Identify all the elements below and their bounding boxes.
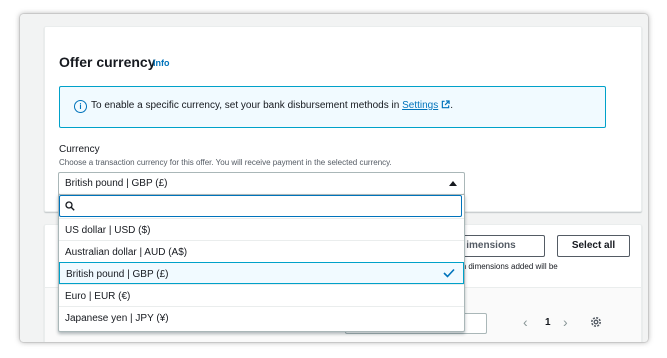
gear-icon[interactable] [590, 316, 602, 328]
option-label: British pound | GBP (£) [66, 269, 169, 280]
chevron-right-icon[interactable]: › [563, 314, 568, 330]
panel-title: Offer currency [59, 54, 156, 70]
currency-select-value: British pound | GBP (£) [65, 178, 168, 189]
alert-period: . [450, 100, 454, 111]
option-label: US dollar | USD ($) [65, 225, 151, 236]
currency-search[interactable] [59, 195, 462, 217]
alert-text: To enable a specific currency, set your … [91, 100, 453, 111]
option-usd[interactable]: US dollar | USD ($) [59, 218, 464, 240]
app-window: imensions Select all om dimensions added… [20, 14, 648, 342]
caret-up-icon [449, 181, 457, 186]
option-eur[interactable]: Euro | EUR (€) [59, 284, 464, 306]
currency-dropdown: US dollar | USD ($) Australian dollar | … [58, 194, 465, 332]
info-link[interactable]: Info [153, 58, 170, 68]
info-alert: i To enable a specific currency, set you… [59, 86, 606, 128]
option-gbp[interactable]: British pound | GBP (£) [59, 262, 464, 284]
alert-message: To enable a specific currency, set your … [91, 100, 400, 111]
currency-select[interactable]: British pound | GBP (£) [58, 172, 465, 195]
info-icon: i [74, 100, 87, 113]
option-aud[interactable]: Australian dollar | AUD (A$) [59, 240, 464, 262]
option-label: Australian dollar | AUD (A$) [65, 247, 188, 258]
select-all-button[interactable]: Select all [557, 235, 630, 257]
page-number[interactable]: 1 [545, 317, 551, 328]
option-label: Euro | EUR (€) [65, 291, 131, 302]
dimensions-note: om dimensions added will be [455, 262, 558, 271]
option-label: Japanese yen | JPY (¥) [65, 313, 169, 324]
check-icon [443, 268, 455, 278]
chevron-left-icon[interactable]: ‹ [523, 314, 528, 330]
search-icon [65, 201, 75, 211]
currency-label: Currency [59, 144, 100, 155]
option-jpy[interactable]: Japanese yen | JPY (¥) [59, 306, 464, 328]
currency-description: Choose a transaction currency for this o… [59, 158, 392, 167]
settings-link[interactable]: Settings [402, 100, 438, 111]
search-input[interactable] [80, 198, 454, 215]
external-link-icon[interactable] [441, 100, 450, 109]
